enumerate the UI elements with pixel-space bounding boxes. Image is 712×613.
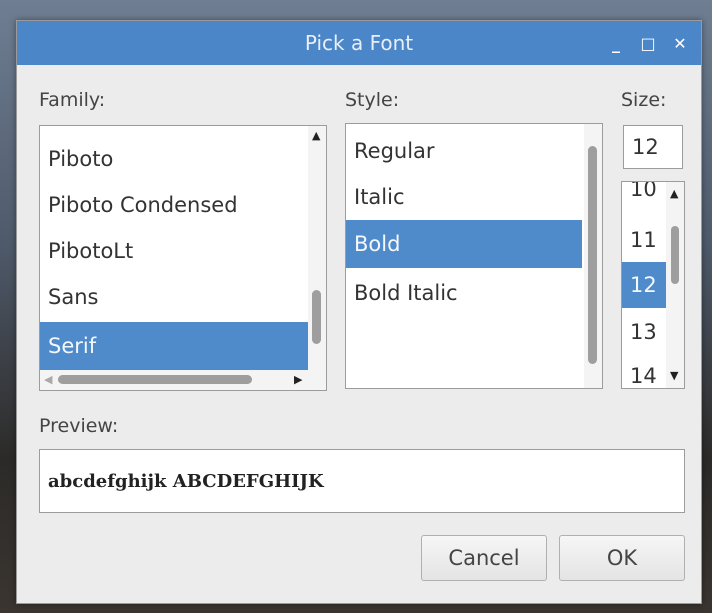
pick-font-dialog: Pick a Font _ □ ✕ Family: Style: Size: P… xyxy=(16,20,702,604)
scroll-down-icon[interactable]: ▼ xyxy=(670,370,678,381)
size-vertical-scrollbar[interactable]: ▲ ▼ xyxy=(666,182,684,388)
family-item-piboto-condensed[interactable]: Piboto Condensed xyxy=(40,182,308,228)
style-item-italic[interactable]: Italic xyxy=(346,174,582,220)
style-item-regular[interactable]: Regular xyxy=(346,128,582,174)
family-item-piboto[interactable]: Piboto xyxy=(40,136,308,182)
scroll-up-icon[interactable]: ▲ xyxy=(670,188,678,199)
style-vertical-scrollbar[interactable] xyxy=(584,124,602,388)
scroll-right-icon[interactable]: ▶ xyxy=(294,374,302,385)
family-item-sans[interactable]: Sans xyxy=(40,274,308,320)
scroll-left-icon[interactable]: ◀ xyxy=(44,374,52,385)
family-list[interactable]: Piboto Piboto Condensed PibotoLt Sans Se… xyxy=(39,125,327,391)
horizontal-scroll-thumb[interactable] xyxy=(58,375,252,384)
scroll-thumb[interactable] xyxy=(312,290,321,344)
style-item-bold-italic[interactable]: Bold Italic xyxy=(346,270,582,316)
size-item-11[interactable]: 11 xyxy=(622,218,666,262)
size-label: Size: xyxy=(621,89,667,111)
scroll-up-icon[interactable]: ▲ xyxy=(312,130,320,141)
family-item-serif[interactable]: Serif xyxy=(40,322,308,370)
family-horizontal-scrollbar[interactable]: ◀ ▶ xyxy=(40,370,326,390)
close-icon[interactable]: ✕ xyxy=(671,34,689,53)
size-list[interactable]: 10 11 12 13 14 ▲ ▼ xyxy=(621,181,685,389)
dialog-title: Pick a Font xyxy=(304,31,414,55)
preview-text-field[interactable]: abcdefghijk ABCDEFGHIJK xyxy=(39,449,685,513)
style-item-bold[interactable]: Bold xyxy=(346,220,582,268)
style-list[interactable]: Regular Italic Bold Bold Italic xyxy=(345,123,603,389)
title-bar[interactable]: Pick a Font _ □ ✕ xyxy=(17,21,701,65)
size-input[interactable]: 12 xyxy=(623,125,683,169)
window-controls: _ □ ✕ xyxy=(607,21,689,65)
scroll-thumb[interactable] xyxy=(588,146,597,364)
preview-label: Preview: xyxy=(39,415,119,437)
scroll-thumb[interactable] xyxy=(671,226,679,284)
cancel-button[interactable]: Cancel xyxy=(421,535,547,581)
family-vertical-scrollbar[interactable]: ▲ xyxy=(308,126,326,370)
family-item-pibotolt[interactable]: PibotoLt xyxy=(40,228,308,274)
ok-button[interactable]: OK xyxy=(559,535,685,581)
family-label: Family: xyxy=(39,89,106,111)
size-item-13[interactable]: 13 xyxy=(622,310,666,354)
minimize-icon[interactable]: _ xyxy=(607,34,625,53)
style-label: Style: xyxy=(345,89,400,111)
maximize-icon[interactable]: □ xyxy=(639,34,657,53)
size-item-10[interactable]: 10 xyxy=(622,182,666,212)
size-item-14[interactable]: 14 xyxy=(622,354,666,388)
size-item-12[interactable]: 12 xyxy=(622,262,666,308)
